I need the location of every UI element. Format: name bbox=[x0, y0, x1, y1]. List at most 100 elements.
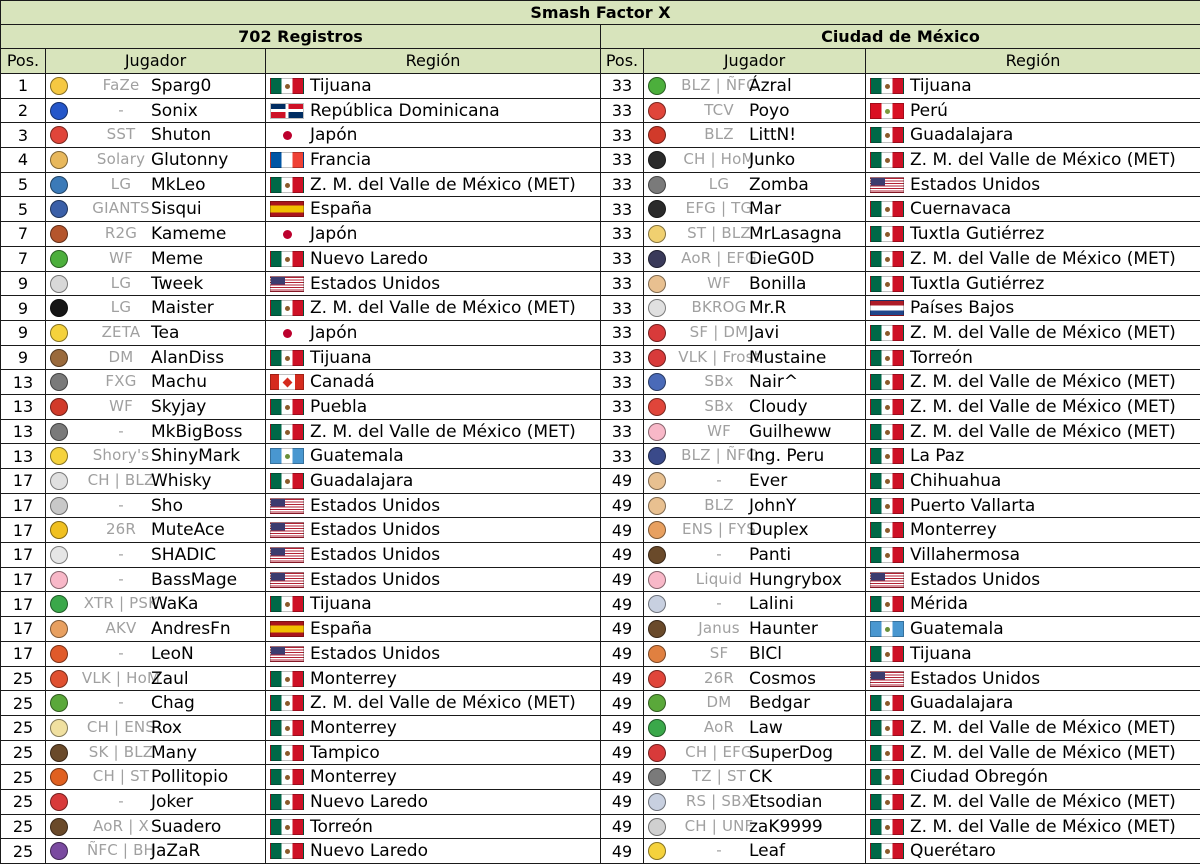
player-cell[interactable]: 26R MuteAce bbox=[45, 517, 266, 544]
player-cell[interactable]: - SHADIC bbox=[45, 542, 266, 568]
player-cell[interactable]: GIANTS Sisqui bbox=[45, 196, 266, 223]
player-cell[interactable]: ENS | FYS Duplex bbox=[643, 517, 866, 544]
flag-mx-icon bbox=[870, 547, 904, 564]
player-tag: Sisqui bbox=[151, 199, 202, 220]
player-cell[interactable]: XTR | PSK WaKa bbox=[45, 591, 266, 618]
player-cell[interactable]: Shory's ShinyMark bbox=[45, 443, 266, 469]
region-name: Z. M. del Valle de México (MET) bbox=[910, 742, 1176, 763]
position: 49 bbox=[600, 714, 644, 741]
player-cell[interactable]: FaZe Sparg0 bbox=[45, 73, 266, 99]
table-row: 13 WF Skyjay Puebla 33 SBx Cloudy Z. M. del Val… bbox=[0, 393, 1200, 420]
flag-mx-icon bbox=[870, 250, 904, 267]
player-cell[interactable]: WF Guilheww bbox=[643, 418, 866, 445]
player-cell[interactable]: LG Zomba bbox=[643, 171, 866, 198]
region-name: Z. M. del Valle de México (MET) bbox=[910, 791, 1176, 812]
player-cell[interactable]: CH | EFG SuperDog bbox=[643, 739, 866, 766]
player-cell[interactable]: SF BlCl bbox=[643, 640, 866, 667]
region-cell: Z. M. del Valle de México (MET) bbox=[865, 739, 1200, 766]
player-cell[interactable]: VLK | Frost Mustaine bbox=[643, 344, 866, 371]
player-cell[interactable]: AoR Law bbox=[643, 714, 866, 741]
region-cell: Torreón bbox=[265, 813, 601, 840]
player-cell[interactable]: - LeoN bbox=[45, 640, 266, 667]
player-cell[interactable]: - Leaf bbox=[643, 838, 866, 864]
player-cell[interactable]: - Ever bbox=[643, 468, 866, 494]
player-cell[interactable]: CH | HoM Junko bbox=[643, 147, 866, 173]
character-icon bbox=[648, 323, 666, 342]
player-cell[interactable]: EFG | TG Mar bbox=[643, 196, 866, 223]
player-cell[interactable]: Liquid Hungrybox bbox=[643, 566, 866, 593]
player-cell[interactable]: Janus Haunter bbox=[643, 616, 866, 642]
player-cell[interactable]: SST Shuton bbox=[45, 122, 266, 149]
player-cell[interactable]: DM Bedgar bbox=[643, 690, 866, 716]
position: 25 bbox=[0, 838, 46, 864]
region-cell: La Paz bbox=[865, 443, 1200, 469]
player-cell[interactable]: ST | BLZ MrLasagna bbox=[643, 221, 866, 247]
player-cell[interactable]: SBx Cloudy bbox=[643, 393, 866, 420]
player-cell[interactable]: Solary Glutonny bbox=[45, 147, 266, 173]
player-cell[interactable]: - Sonix bbox=[45, 97, 266, 124]
player-cell[interactable]: BLZ LittN! bbox=[643, 122, 866, 149]
flag-mx-icon bbox=[270, 769, 304, 786]
player-cell[interactable]: SBx Nair^ bbox=[643, 369, 866, 395]
position: 49 bbox=[600, 788, 644, 815]
player-cell[interactable]: CH | ST Pollitopio bbox=[45, 764, 266, 790]
results-table: Smash Factor X 702 Registros Ciudad de M… bbox=[0, 0, 1200, 864]
player-cell[interactable]: - Joker bbox=[45, 788, 266, 815]
player-cell[interactable]: AoR | X Suadero bbox=[45, 813, 266, 840]
position: 33 bbox=[600, 245, 644, 272]
player-cell[interactable]: LG MkLeo bbox=[45, 171, 266, 198]
player-cell[interactable]: - Lalini bbox=[643, 591, 866, 618]
position: 49 bbox=[600, 690, 644, 716]
player-tag: WaKa bbox=[151, 594, 199, 615]
player-cell[interactable]: - Panti bbox=[643, 542, 866, 568]
player-cell[interactable]: BLZ JohnY bbox=[643, 492, 866, 519]
player-cell[interactable]: CH | ENS Rox bbox=[45, 714, 266, 741]
region-cell: Estados Unidos bbox=[865, 566, 1200, 593]
player-cell[interactable]: - Chag bbox=[45, 690, 266, 716]
player-cell[interactable]: - Sho bbox=[45, 492, 266, 519]
player-cell[interactable]: BKROG Mr.R bbox=[643, 295, 866, 321]
player-cell[interactable]: 26R Cosmos bbox=[643, 665, 866, 692]
player-cell[interactable]: AoR | EFG DieG0D bbox=[643, 245, 866, 272]
character-icon bbox=[648, 718, 666, 737]
region-cell: Tijuana bbox=[865, 640, 1200, 667]
player-cell[interactable]: AKV AndresFn bbox=[45, 616, 266, 642]
flag-mx-icon bbox=[270, 843, 304, 860]
region-name: Japón bbox=[310, 125, 358, 146]
player-cell[interactable]: VLK | HoM Zaul bbox=[45, 665, 266, 692]
character-icon bbox=[648, 77, 666, 95]
player-cell[interactable]: R2G Kameme bbox=[45, 221, 266, 247]
player-cell[interactable]: DM AlanDiss bbox=[45, 344, 266, 371]
player-cell[interactable]: CH | UNF zaK9999 bbox=[643, 813, 866, 840]
player-cell[interactable]: RS | SBX Etsodian bbox=[643, 788, 866, 815]
region-name: Tampico bbox=[310, 742, 380, 763]
player-cell[interactable]: TZ | ST CK bbox=[643, 764, 866, 790]
player-cell[interactable]: TCV Poyo bbox=[643, 97, 866, 124]
flag-mx-icon bbox=[870, 497, 904, 514]
player-cell[interactable]: SF | DM Javi bbox=[643, 319, 866, 346]
player-cell[interactable]: ÑFC | BH JaZaR bbox=[45, 838, 266, 864]
table-row: 25 CH | ST Pollitopio Monterrey 49 TZ | ST CK C… bbox=[0, 764, 1200, 790]
player-cell[interactable]: ZETA Tea bbox=[45, 319, 266, 346]
flag-jp-icon bbox=[270, 324, 304, 341]
player-cell[interactable]: WF Meme bbox=[45, 245, 266, 272]
player-cell[interactable]: WF Skyjay bbox=[45, 393, 266, 420]
character-icon bbox=[50, 669, 68, 688]
player-cell[interactable]: FXG Machu bbox=[45, 369, 266, 395]
player-cell[interactable]: SK | BLZ Many bbox=[45, 739, 266, 766]
player-cell[interactable]: BLZ | ÑFC Ázral bbox=[643, 73, 866, 99]
player-cell[interactable]: CH | BLZ Whisky bbox=[45, 468, 266, 494]
flag-mx-icon bbox=[870, 152, 904, 169]
player-tag: Mr.R bbox=[749, 298, 787, 319]
player-cell[interactable]: BLZ | ÑFC Ing. Peru bbox=[643, 443, 866, 469]
player-cell[interactable]: LG Maister bbox=[45, 295, 266, 321]
player-tag: BassMage bbox=[151, 569, 238, 590]
player-cell[interactable]: WF Bonilla bbox=[643, 270, 866, 297]
flag-pe-icon bbox=[870, 102, 904, 119]
player-cell[interactable]: - BassMage bbox=[45, 566, 266, 593]
player-cell[interactable]: - MkBigBoss bbox=[45, 418, 266, 445]
player-tag: Glutonny bbox=[151, 150, 229, 171]
player-cell[interactable]: LG Tweek bbox=[45, 270, 266, 297]
player-tag: Ever bbox=[749, 471, 788, 491]
region-name: Tijuana bbox=[310, 347, 372, 368]
